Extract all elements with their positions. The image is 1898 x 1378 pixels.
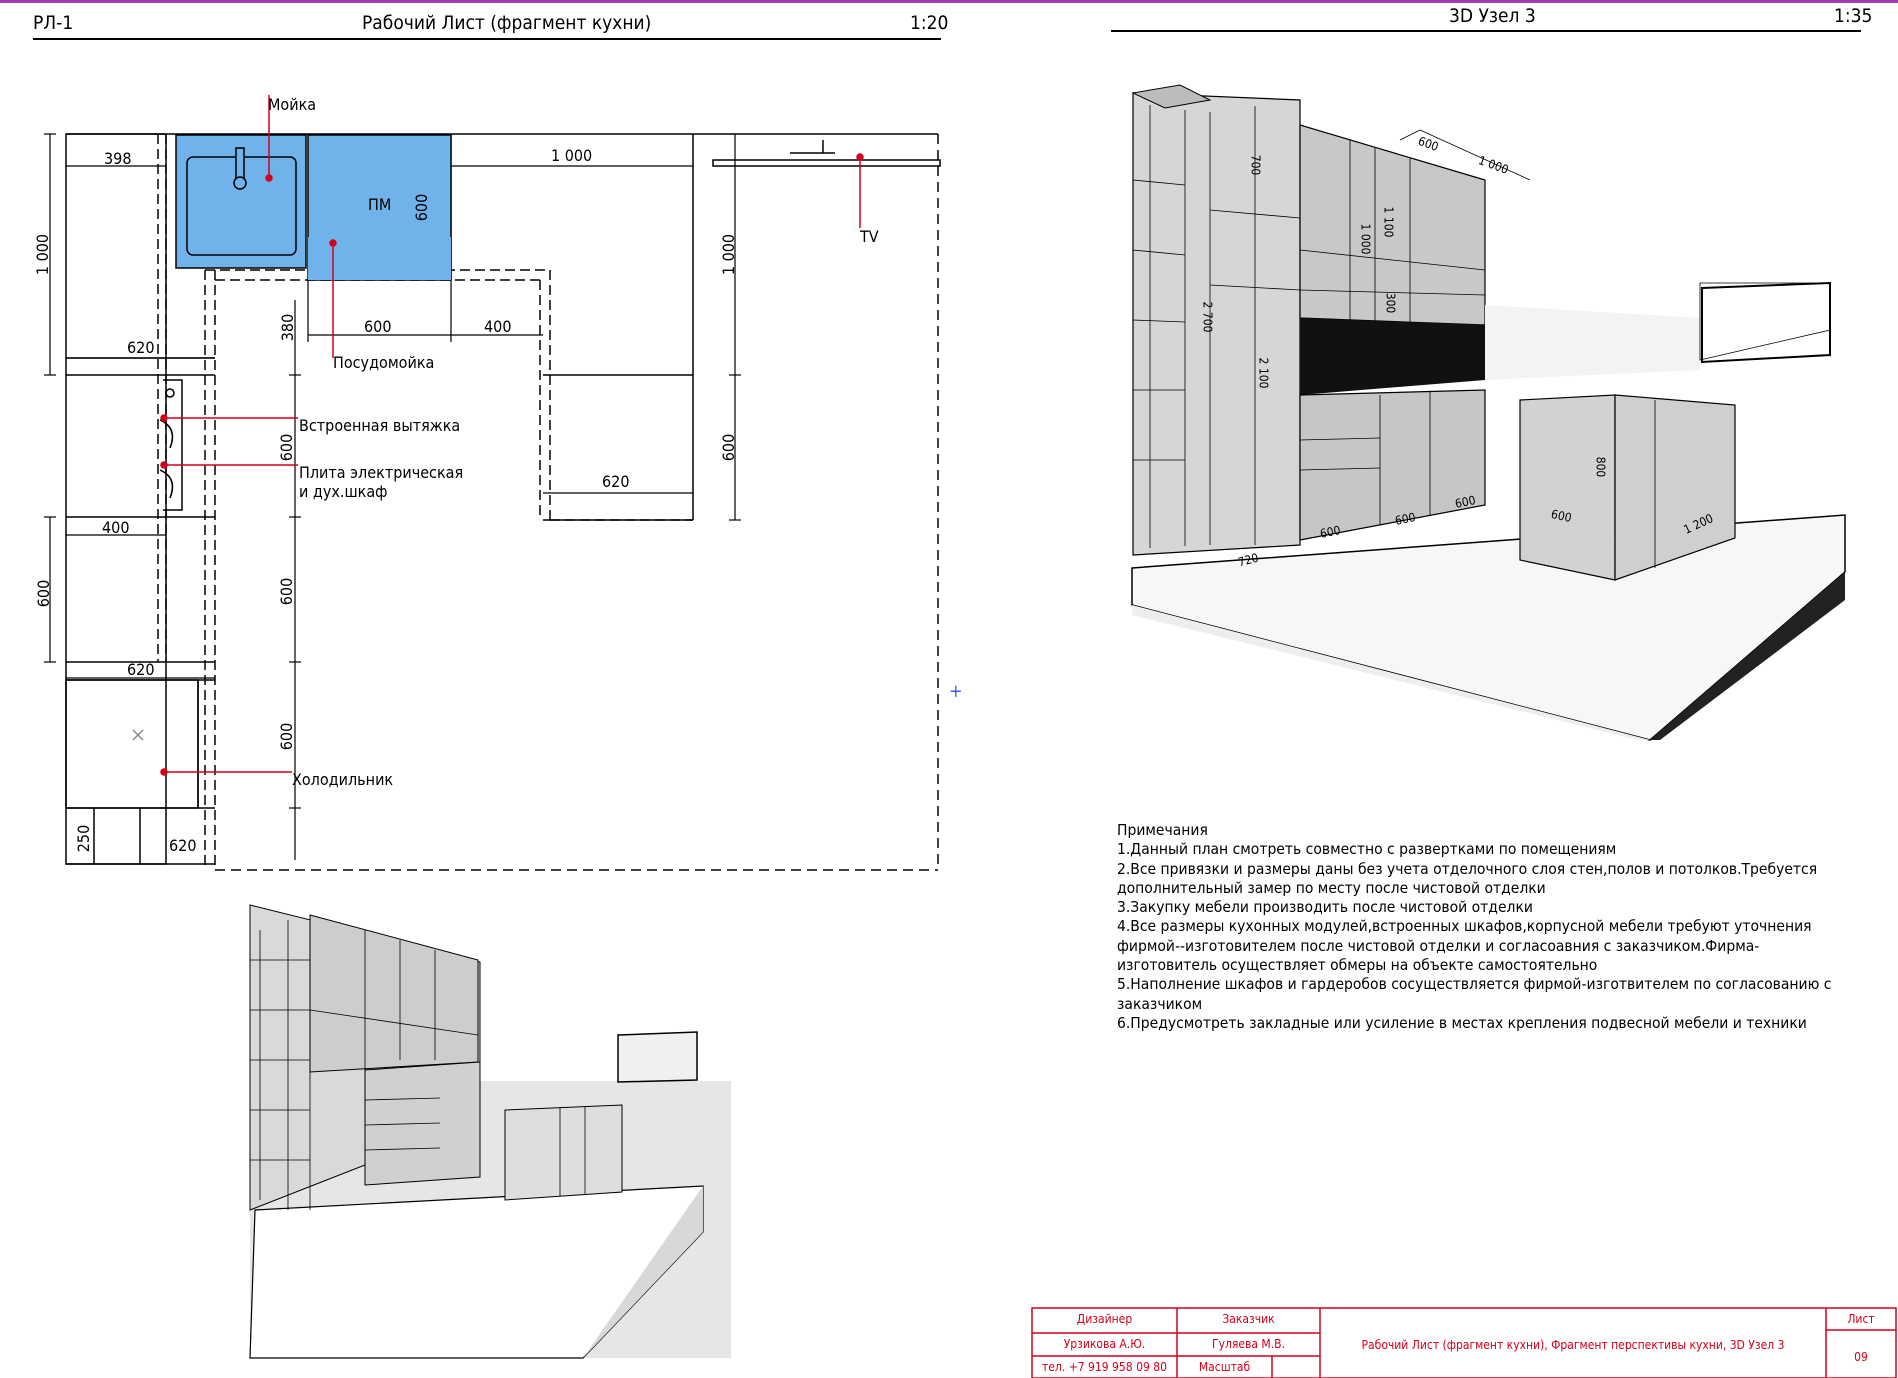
title-block-stamp: [1031, 1307, 1897, 1378]
stamp-designer-name: Урзикова А.Ю.: [1063, 1337, 1146, 1351]
stamp-sheet-label: Лист: [1847, 1312, 1875, 1326]
stamp-sheet-title: Рабочий Лист (фрагмент кухни), Фрагмент …: [1361, 1338, 1785, 1352]
stamp-sheet-number: 09: [1854, 1350, 1868, 1364]
stamp-scale-label: Масштаб: [1198, 1360, 1251, 1374]
stamp-designer-phone: тел. +7 919 958 09 80: [1042, 1360, 1167, 1374]
stamp-customer-label: Заказчик: [1222, 1312, 1275, 1326]
stamp-designer-label: Дизайнер: [1076, 1312, 1133, 1326]
stamp-customer-name: Гуляева М.В.: [1212, 1337, 1285, 1351]
